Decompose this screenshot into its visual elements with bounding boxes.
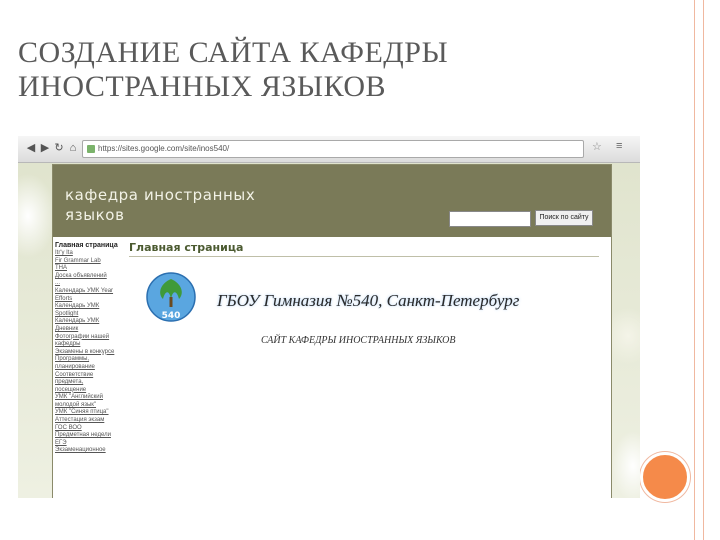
sidebar-item[interactable]: Календарь УМК: [53, 303, 123, 311]
home-icon[interactable]: ⌂: [66, 141, 80, 155]
sidebar-item[interactable]: Экзаменационное: [53, 447, 123, 455]
site-title[interactable]: кафедра иностранных языков: [65, 185, 295, 225]
sidebar-item[interactable]: Соответствие предмета,: [53, 372, 123, 387]
browser-screenshot: ◀ ▶ ↻ ⌂ https://sites.google.com/site/in…: [18, 136, 640, 498]
reload-icon[interactable]: ↻: [52, 141, 66, 155]
url-text: https://sites.google.com/site/inos540/: [98, 144, 230, 153]
slide-title-line: ИНОСТРАННЫХ ЯЗЫКОВ: [18, 70, 387, 103]
main-content: Главная страница 540 ГБОУ Гимназия №540,…: [125, 237, 611, 498]
department-caption: САЙТ КАФЕДРЫ ИНОСТРАННЫХ ЯЗЫКОВ: [261, 335, 456, 346]
sidebar-item[interactable]: Экзамены в конкурсе: [53, 349, 123, 357]
wrench-menu-icon[interactable]: ≡: [616, 140, 622, 152]
sidebar-nav: Главная страница Itr'y Ita Fir Grammar L…: [53, 237, 123, 498]
sidebar-item[interactable]: Предметная недели: [53, 432, 123, 440]
lock-icon: [87, 144, 95, 153]
search-button[interactable]: Поиск по сайту: [535, 210, 593, 226]
sidebar-item[interactable]: Календарь УМК: [53, 318, 123, 326]
sidebar-item[interactable]: Календарь УМК Year: [53, 288, 123, 296]
slide-title-line: СОЗДАНИЕ САЙТА КАФЕДРЫ: [18, 36, 449, 69]
slide-title: СОЗДАНИЕ САЙТА КАФЕДРЫ ИНОСТРАННЫХ ЯЗЫКО…: [18, 36, 638, 104]
sidebar-item[interactable]: THA: [53, 265, 123, 273]
sidebar-item[interactable]: Аттестация экзам: [53, 417, 123, 425]
slide-frame-line: [703, 0, 704, 540]
google-site: кафедра иностранных языков Поиск по сайт…: [52, 164, 612, 498]
sidebar-item[interactable]: ГОС ВОО: [53, 425, 123, 433]
sidebar-item[interactable]: ...: [53, 280, 123, 288]
slide-frame-line: [694, 0, 695, 540]
sidebar-item[interactable]: Дневник: [53, 326, 123, 334]
sidebar-item[interactable]: УМК "Английский: [53, 394, 123, 402]
sidebar-item[interactable]: Программы,: [53, 356, 123, 364]
forward-arrow-icon[interactable]: ▶: [38, 141, 52, 155]
bookmark-star-icon[interactable]: ☆: [592, 140, 602, 153]
logo-number: 540: [162, 311, 181, 321]
sidebar-item[interactable]: ЕГЭ: [53, 440, 123, 448]
back-arrow-icon[interactable]: ◀: [24, 141, 38, 155]
decorative-circle: [640, 452, 690, 502]
sidebar-item[interactable]: Itr'y Ita: [53, 250, 123, 258]
sidebar-item[interactable]: УМК "Синяя птица": [53, 409, 123, 417]
sidebar-item[interactable]: Фотографии нашей: [53, 334, 123, 342]
sidebar-item[interactable]: Доска объявлений: [53, 273, 123, 281]
browser-toolbar: ◀ ▶ ↻ ⌂ https://sites.google.com/site/in…: [18, 136, 640, 163]
sidebar-item[interactable]: кафедры: [53, 341, 123, 349]
address-bar[interactable]: https://sites.google.com/site/inos540/: [82, 140, 584, 158]
search-input[interactable]: [449, 211, 531, 227]
page-title: Главная страница: [129, 241, 599, 257]
sidebar-item[interactable]: Efforts: [53, 296, 123, 304]
sidebar-item[interactable]: Spotlight: [53, 311, 123, 319]
sidebar-item[interactable]: Fir Grammar Lab: [53, 258, 123, 266]
school-name: ГБОУ Гимназия №540, Санкт-Петербург: [217, 291, 520, 310]
sidebar-item-home[interactable]: Главная страница: [53, 241, 123, 250]
sidebar-item[interactable]: планирование: [53, 364, 123, 372]
school-logo-icon: 540: [146, 272, 196, 322]
sidebar-item[interactable]: молодой язык": [53, 402, 123, 410]
site-header: кафедра иностранных языков Поиск по сайт…: [53, 165, 611, 237]
